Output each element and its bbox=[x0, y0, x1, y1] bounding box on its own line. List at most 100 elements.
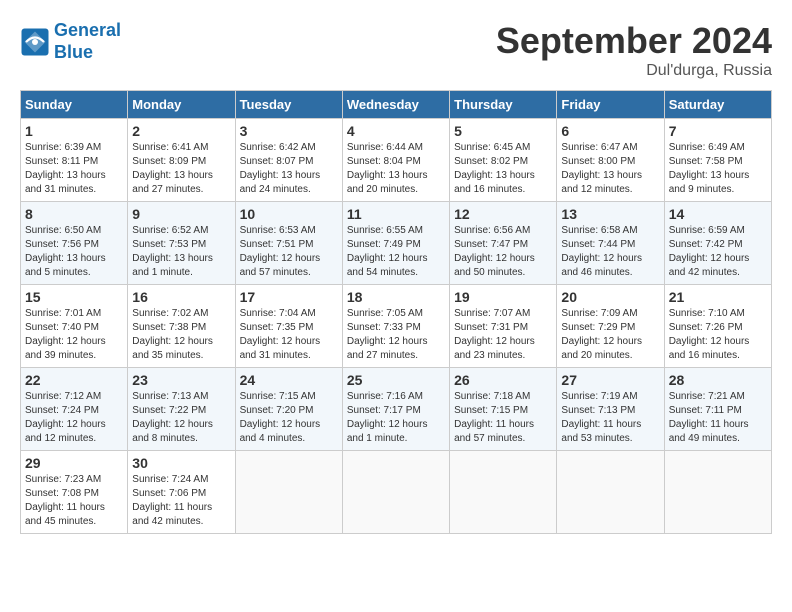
calendar-day-cell bbox=[342, 451, 449, 534]
calendar-day-cell bbox=[664, 451, 771, 534]
title-block: September 2024 Dul'durga, Russia bbox=[496, 20, 772, 80]
calendar-day-cell: 19 Sunrise: 7:07 AMSunset: 7:31 PMDayligh… bbox=[450, 285, 557, 368]
calendar-day-cell: 12 Sunrise: 6:56 AMSunset: 7:47 PMDayligh… bbox=[450, 202, 557, 285]
day-number: 8 bbox=[25, 206, 123, 222]
day-number: 28 bbox=[669, 372, 767, 388]
day-info: Sunrise: 7:04 AMSunset: 7:35 PMDaylight:… bbox=[240, 307, 338, 363]
day-info: Sunrise: 6:44 AMSunset: 8:04 PMDaylight:… bbox=[347, 141, 445, 197]
calendar-day-cell: 30 Sunrise: 7:24 AMSunset: 7:06 PMDayligh… bbox=[128, 451, 235, 534]
calendar-day-cell: 16Sunrise: 7:02 AMSunset: 7:38 PMDayligh… bbox=[128, 285, 235, 368]
day-info: Sunrise: 6:58 AMSunset: 7:44 PMDaylight:… bbox=[561, 224, 659, 280]
day-info: Sunrise: 7:07 AMSunset: 7:31 PMDaylight:… bbox=[454, 307, 552, 363]
calendar-week-row: 1 Sunrise: 6:39 AMSunset: 8:11 PMDaylight… bbox=[21, 119, 772, 202]
logo-line2: Blue bbox=[54, 42, 93, 62]
day-number: 15 bbox=[25, 289, 123, 305]
day-number: 14 bbox=[669, 206, 767, 222]
day-number: 16 bbox=[132, 289, 230, 305]
calendar-week-row: 15Sunrise: 7:01 AMSunset: 7:40 PMDayligh… bbox=[21, 285, 772, 368]
calendar-day-cell: 4Sunrise: 6:44 AMSunset: 8:04 PMDaylight… bbox=[342, 119, 449, 202]
calendar-day-cell: 21 Sunrise: 7:10 AMSunset: 7:26 PMDayligh… bbox=[664, 285, 771, 368]
day-number: 1 bbox=[25, 123, 123, 139]
calendar-day-cell: 6Sunrise: 6:47 AMSunset: 8:00 PMDaylight… bbox=[557, 119, 664, 202]
calendar-day-cell: 5 Sunrise: 6:45 AMSunset: 8:02 PMDaylight… bbox=[450, 119, 557, 202]
day-number: 21 bbox=[669, 289, 767, 305]
day-number: 2 bbox=[132, 123, 230, 139]
day-number: 26 bbox=[454, 372, 552, 388]
day-number: 6 bbox=[561, 123, 659, 139]
calendar-header: SundayMondayTuesdayWednesdayThursdayFrid… bbox=[21, 91, 772, 119]
day-number: 13 bbox=[561, 206, 659, 222]
day-info: Sunrise: 6:56 AMSunset: 7:47 PMDaylight:… bbox=[454, 224, 552, 280]
weekday-header: Tuesday bbox=[235, 91, 342, 119]
day-number: 18 bbox=[347, 289, 445, 305]
day-info: Sunrise: 6:52 AMSunset: 7:53 PMDaylight:… bbox=[132, 224, 230, 280]
calendar-day-cell: 13 Sunrise: 6:58 AMSunset: 7:44 PMDayligh… bbox=[557, 202, 664, 285]
calendar-day-cell: 3Sunrise: 6:42 AMSunset: 8:07 PMDaylight… bbox=[235, 119, 342, 202]
weekday-header: Friday bbox=[557, 91, 664, 119]
calendar-day-cell: 23 Sunrise: 7:13 AMSunset: 7:22 PMDayligh… bbox=[128, 368, 235, 451]
day-number: 20 bbox=[561, 289, 659, 305]
calendar-table: SundayMondayTuesdayWednesdayThursdayFrid… bbox=[20, 90, 772, 534]
calendar-day-cell: 1 Sunrise: 6:39 AMSunset: 8:11 PMDaylight… bbox=[21, 119, 128, 202]
calendar-day-cell: 11 Sunrise: 6:55 AMSunset: 7:49 PMDayligh… bbox=[342, 202, 449, 285]
calendar-day-cell: 27Sunrise: 7:19 AMSunset: 7:13 PMDayligh… bbox=[557, 368, 664, 451]
calendar-day-cell: 26 Sunrise: 7:18 AMSunset: 7:15 PMDayligh… bbox=[450, 368, 557, 451]
calendar-day-cell: 10 Sunrise: 6:53 AMSunset: 7:51 PMDayligh… bbox=[235, 202, 342, 285]
day-number: 19 bbox=[454, 289, 552, 305]
day-number: 10 bbox=[240, 206, 338, 222]
calendar-day-cell: 7Sunrise: 6:49 AMSunset: 7:58 PMDaylight… bbox=[664, 119, 771, 202]
calendar-day-cell: 8 Sunrise: 6:50 AMSunset: 7:56 PMDaylight… bbox=[21, 202, 128, 285]
day-number: 11 bbox=[347, 206, 445, 222]
day-number: 23 bbox=[132, 372, 230, 388]
logo-text: General Blue bbox=[54, 20, 121, 63]
day-info: Sunrise: 6:55 AMSunset: 7:49 PMDaylight:… bbox=[347, 224, 445, 280]
day-info: Sunrise: 6:39 AMSunset: 8:11 PMDaylight:… bbox=[25, 141, 123, 197]
day-info: Sunrise: 7:15 AMSunset: 7:20 PMDaylight:… bbox=[240, 390, 338, 446]
day-info: Sunrise: 6:49 AMSunset: 7:58 PMDaylight:… bbox=[669, 141, 767, 197]
calendar-day-cell: 17Sunrise: 7:04 AMSunset: 7:35 PMDayligh… bbox=[235, 285, 342, 368]
day-info: Sunrise: 6:59 AMSunset: 7:42 PMDaylight:… bbox=[669, 224, 767, 280]
weekday-header: Monday bbox=[128, 91, 235, 119]
day-number: 25 bbox=[347, 372, 445, 388]
location: Dul'durga, Russia bbox=[496, 62, 772, 80]
day-info: Sunrise: 6:45 AMSunset: 8:02 PMDaylight:… bbox=[454, 141, 552, 197]
day-info: Sunrise: 7:09 AMSunset: 7:29 PMDaylight:… bbox=[561, 307, 659, 363]
day-info: Sunrise: 6:50 AMSunset: 7:56 PMDaylight:… bbox=[25, 224, 123, 280]
calendar-day-cell: 20 Sunrise: 7:09 AMSunset: 7:29 PMDayligh… bbox=[557, 285, 664, 368]
day-info: Sunrise: 7:24 AMSunset: 7:06 PMDaylight:… bbox=[132, 473, 230, 529]
calendar-week-row: 22 Sunrise: 7:12 AMSunset: 7:24 PMDayligh… bbox=[21, 368, 772, 451]
calendar-day-cell: 29Sunrise: 7:23 AMSunset: 7:08 PMDayligh… bbox=[21, 451, 128, 534]
day-info: Sunrise: 7:21 AMSunset: 7:11 PMDaylight:… bbox=[669, 390, 767, 446]
day-number: 22 bbox=[25, 372, 123, 388]
weekday-header: Saturday bbox=[664, 91, 771, 119]
day-number: 24 bbox=[240, 372, 338, 388]
day-info: Sunrise: 7:10 AMSunset: 7:26 PMDaylight:… bbox=[669, 307, 767, 363]
calendar-day-cell: 9Sunrise: 6:52 AMSunset: 7:53 PMDaylight… bbox=[128, 202, 235, 285]
weekday-header: Sunday bbox=[21, 91, 128, 119]
day-info: Sunrise: 7:18 AMSunset: 7:15 PMDaylight:… bbox=[454, 390, 552, 446]
calendar-day-cell: 18Sunrise: 7:05 AMSunset: 7:33 PMDayligh… bbox=[342, 285, 449, 368]
calendar-body: 1 Sunrise: 6:39 AMSunset: 8:11 PMDaylight… bbox=[21, 119, 772, 534]
calendar-day-cell: 24 Sunrise: 7:15 AMSunset: 7:20 PMDayligh… bbox=[235, 368, 342, 451]
day-info: Sunrise: 7:16 AMSunset: 7:17 PMDaylight:… bbox=[347, 390, 445, 446]
calendar-day-cell: 25 Sunrise: 7:16 AMSunset: 7:17 PMDayligh… bbox=[342, 368, 449, 451]
day-number: 30 bbox=[132, 455, 230, 471]
calendar-day-cell bbox=[450, 451, 557, 534]
logo-icon bbox=[20, 27, 50, 57]
calendar-week-row: 29Sunrise: 7:23 AMSunset: 7:08 PMDayligh… bbox=[21, 451, 772, 534]
calendar-day-cell bbox=[235, 451, 342, 534]
calendar-day-cell: 14 Sunrise: 6:59 AMSunset: 7:42 PMDayligh… bbox=[664, 202, 771, 285]
day-info: Sunrise: 7:12 AMSunset: 7:24 PMDaylight:… bbox=[25, 390, 123, 446]
calendar-day-cell bbox=[557, 451, 664, 534]
page-header: General Blue September 2024 Dul'durga, R… bbox=[20, 20, 772, 80]
day-info: Sunrise: 6:53 AMSunset: 7:51 PMDaylight:… bbox=[240, 224, 338, 280]
weekday-header: Wednesday bbox=[342, 91, 449, 119]
day-number: 5 bbox=[454, 123, 552, 139]
day-info: Sunrise: 6:41 AMSunset: 8:09 PMDaylight:… bbox=[132, 141, 230, 197]
calendar-week-row: 8 Sunrise: 6:50 AMSunset: 7:56 PMDaylight… bbox=[21, 202, 772, 285]
calendar-day-cell: 15Sunrise: 7:01 AMSunset: 7:40 PMDayligh… bbox=[21, 285, 128, 368]
day-number: 27 bbox=[561, 372, 659, 388]
logo: General Blue bbox=[20, 20, 121, 63]
day-info: Sunrise: 7:13 AMSunset: 7:22 PMDaylight:… bbox=[132, 390, 230, 446]
day-number: 12 bbox=[454, 206, 552, 222]
